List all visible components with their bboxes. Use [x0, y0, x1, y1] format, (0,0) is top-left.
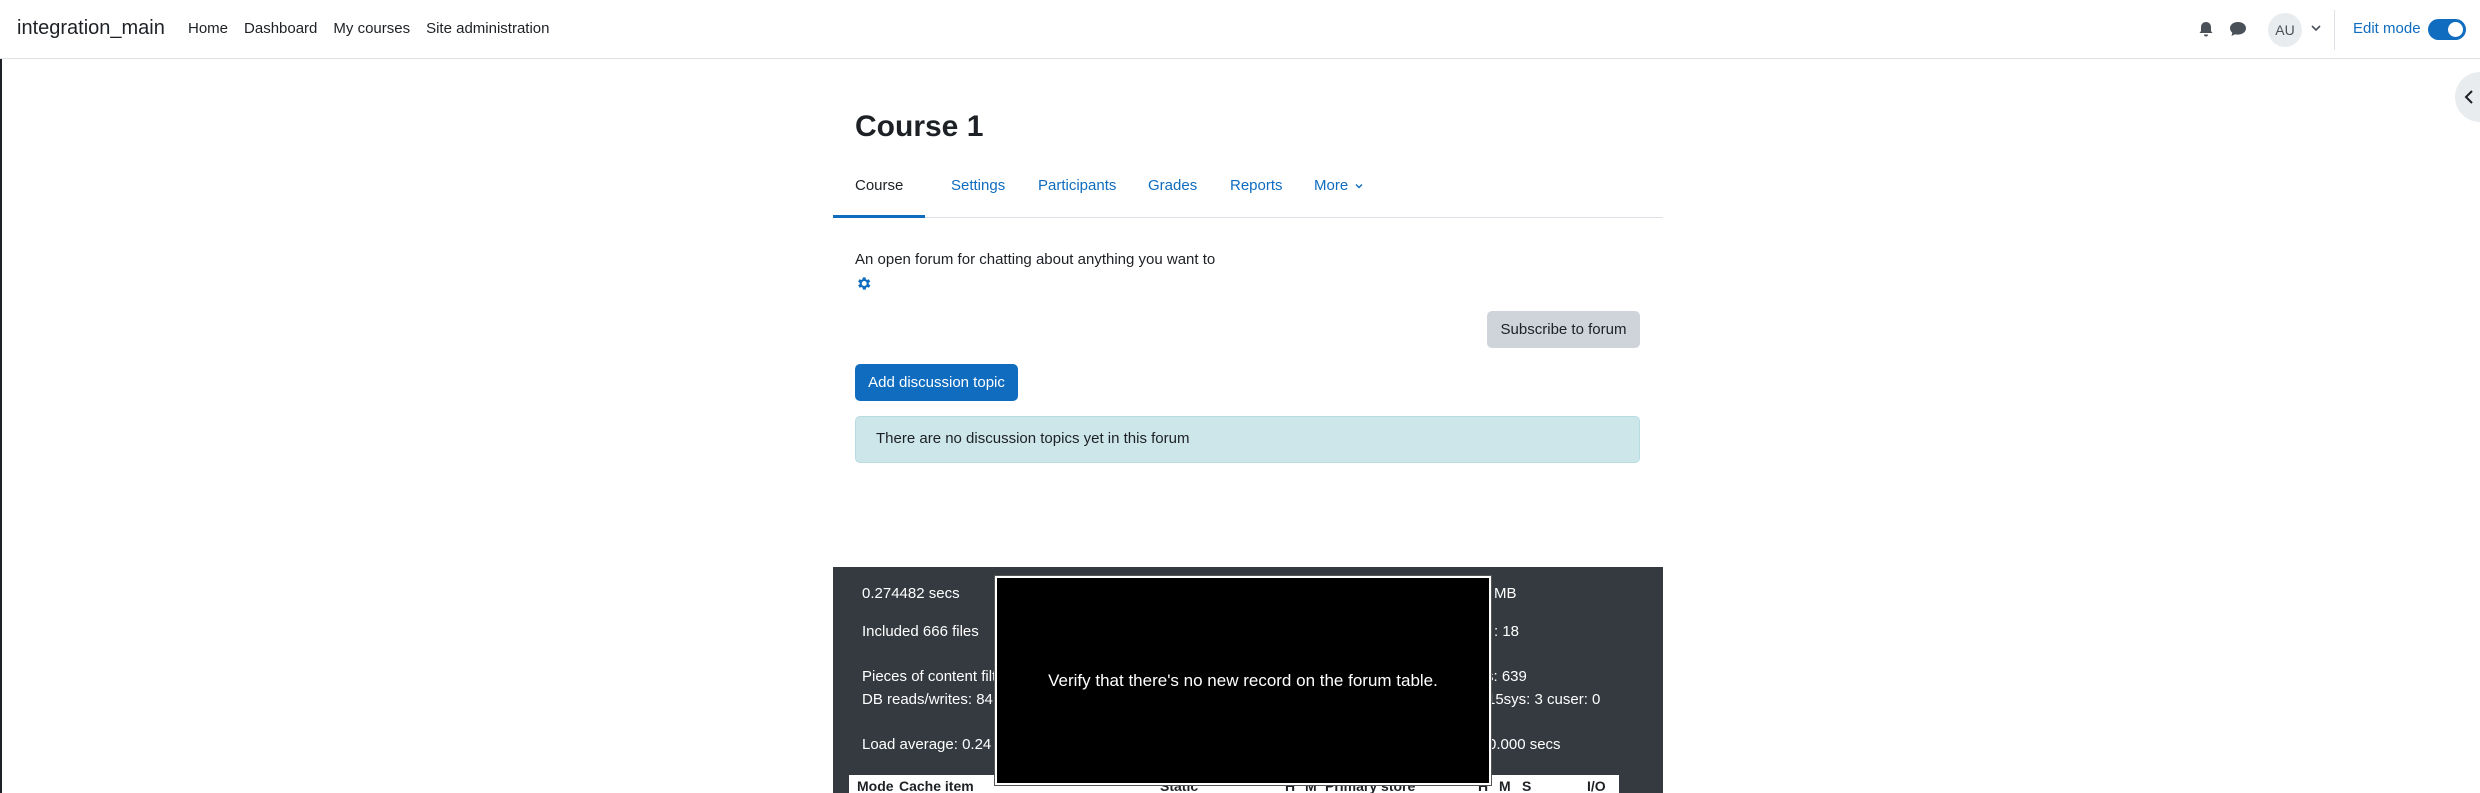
chevron-down-icon	[1355, 184, 1363, 189]
verification-overlay: Verify that there's no new record on the…	[994, 575, 1492, 786]
gear-icon[interactable]	[855, 275, 872, 292]
chevron-left-icon	[2464, 90, 2473, 104]
open-drawer-button[interactable]	[2455, 72, 2480, 122]
col-mode: Mode	[857, 778, 894, 793]
perf-time: 0.274482 secs	[862, 585, 960, 602]
perf-load-average: Load average: 0.24	[862, 736, 992, 753]
perf-secs: 0.000 secs	[1488, 736, 1561, 753]
chat-icon[interactable]	[2228, 20, 2248, 38]
user-avatar[interactable]: AU	[2268, 13, 2302, 47]
tab-settings[interactable]: Settings	[951, 168, 1005, 218]
perf-content-filters: Pieces of content filt	[862, 668, 997, 685]
page-left-edge	[0, 59, 2, 793]
perf-value-18: : 18	[1494, 623, 1520, 640]
no-topics-alert: There are no discussion topics yet in th…	[855, 416, 1640, 463]
col-io: I/O	[1587, 778, 1606, 793]
tab-grades[interactable]: Grades	[1148, 168, 1197, 218]
col-cache-item: Cache item	[899, 778, 974, 793]
top-navbar: integration_main Home Dashboard My cours…	[0, 0, 2480, 59]
tab-participants[interactable]: Participants	[1038, 168, 1116, 218]
nav-home[interactable]: Home	[188, 20, 228, 37]
nav-site-administration[interactable]: Site administration	[426, 20, 549, 37]
col-store-misses: M	[1499, 778, 1511, 793]
subscribe-to-forum-button[interactable]: Subscribe to forum	[1487, 311, 1640, 348]
perf-value-639: s: 639	[1486, 668, 1527, 685]
nav-dashboard[interactable]: Dashboard	[244, 20, 317, 37]
perf-included-files: Included 666 files	[862, 623, 979, 640]
nav-my-courses[interactable]: My courses	[333, 20, 410, 37]
primary-navigation: Home Dashboard My courses Site administr…	[188, 20, 566, 37]
site-brand[interactable]: integration_main	[17, 17, 165, 40]
tab-more[interactable]: More	[1314, 168, 1364, 218]
perf-db-reads-writes: DB reads/writes: 84	[862, 691, 993, 708]
edit-mode-label[interactable]: Edit mode	[2353, 20, 2421, 37]
chevron-down-icon[interactable]	[2309, 21, 2323, 35]
perf-memory: MB	[1494, 585, 1517, 602]
overlay-message: Verify that there's no new record on the…	[1048, 670, 1438, 690]
tab-course[interactable]: Course	[833, 168, 926, 218]
col-sets: S	[1522, 778, 1532, 793]
add-discussion-topic-button[interactable]: Add discussion topic	[855, 364, 1018, 401]
navbar-divider	[2334, 10, 2335, 50]
forum-intro-text: An open forum for chatting about anythin…	[855, 251, 1216, 268]
toggle-knob	[2448, 22, 2463, 37]
tab-more-label: More	[1314, 177, 1349, 194]
page-title: Course 1	[855, 110, 984, 143]
course-secondary-navigation: Course Settings Participants Grades Repo…	[833, 168, 1663, 218]
bell-icon[interactable]	[2197, 20, 2215, 38]
tab-reports[interactable]: Reports	[1230, 168, 1283, 218]
perf-cpu-sys: 15sys: 3 cuser: 0	[1487, 691, 1601, 708]
edit-mode-toggle[interactable]	[2428, 19, 2466, 40]
